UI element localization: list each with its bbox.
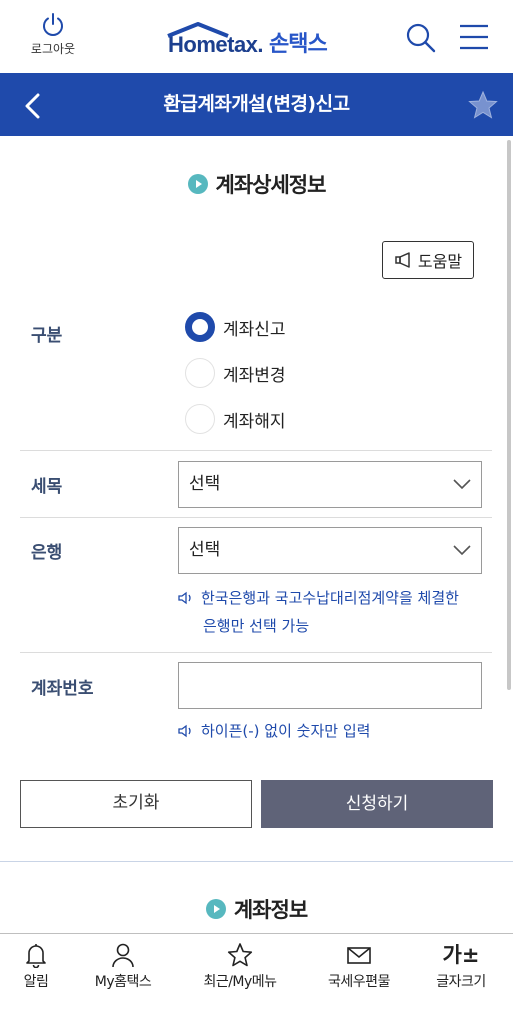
radio-label: 계좌신고 — [223, 319, 286, 340]
play-circle-icon — [187, 174, 208, 194]
help-label: 도움말 — [417, 252, 463, 271]
menu-button[interactable] — [459, 24, 489, 54]
tax-item-label: 세목 — [31, 477, 63, 497]
help-button[interactable]: 도움말 — [382, 241, 474, 279]
star-icon — [468, 90, 498, 119]
section-divider — [0, 861, 513, 862]
logo-word: Hometax. — [167, 22, 264, 58]
bank-value: 선택 — [189, 540, 221, 560]
bank-hint: 한국은행과 국고수납대리점계약을 체결한 은행만 선택 가능 — [178, 584, 493, 640]
nav-label: My홈택스 — [94, 974, 152, 990]
nav-my-hometax[interactable]: My홈택스 — [84, 942, 162, 991]
divider — [20, 517, 492, 518]
account-number-input[interactable] — [178, 662, 482, 709]
account-section-heading: 계좌정보 — [0, 894, 513, 924]
radio-unchecked-icon — [185, 404, 215, 434]
nav-notifications[interactable]: 알림 — [14, 942, 58, 991]
chevron-left-icon — [25, 93, 40, 119]
nav-tax-mail[interactable]: 국세우편물 — [314, 942, 404, 991]
nav-font-size[interactable]: 가± 글자크기 — [428, 942, 494, 991]
apply-button[interactable]: 신청하기 — [261, 780, 493, 828]
nav-label: 알림 — [23, 974, 49, 990]
favorite-button[interactable] — [468, 90, 498, 124]
logout-label: 로그아웃 — [30, 42, 76, 56]
speaker-icon — [178, 591, 191, 605]
account-number-label: 계좌번호 — [31, 679, 94, 699]
bank-select[interactable]: 선택 — [178, 527, 482, 574]
hometax-logo[interactable]: Hometax. 손택스 — [167, 18, 328, 58]
search-button[interactable] — [405, 22, 437, 58]
house-roof-icon — [167, 22, 229, 38]
logo-subtitle: 손택스 — [269, 32, 328, 57]
bank-hint-line1: 한국은행과 국고수납대리점계약을 체결한 — [201, 589, 459, 607]
back-button[interactable] — [24, 93, 42, 123]
nav-label: 국세우편물 — [328, 974, 390, 990]
divider — [20, 652, 492, 653]
radio-account-close[interactable]: 계좌해지 — [185, 404, 286, 434]
person-icon — [112, 943, 134, 968]
font-size-icon: 가± — [442, 943, 480, 967]
star-outline-icon — [227, 943, 253, 967]
account-hint: 하이픈(-) 없이 숫자만 입력 — [178, 717, 493, 745]
radio-checked-icon — [185, 312, 215, 342]
power-icon — [43, 13, 63, 36]
account-hint-text: 하이픈(-) 없이 숫자만 입력 — [201, 722, 371, 740]
search-icon — [406, 23, 436, 53]
category-label: 구분 — [31, 326, 63, 346]
nav-recent-menu[interactable]: 최근/My메뉴 — [188, 942, 292, 991]
radio-account-change[interactable]: 계좌변경 — [185, 358, 286, 388]
bank-label: 은행 — [31, 543, 63, 563]
speaker-icon — [178, 724, 191, 738]
radio-label: 계좌변경 — [223, 365, 286, 386]
play-circle-icon — [205, 899, 226, 919]
page-title: 환급계좌개설(변경)신고 — [163, 93, 350, 115]
nav-label: 글자크기 — [436, 974, 486, 990]
scrollbar[interactable] — [507, 140, 511, 690]
top-header: 로그아웃 Hometax. 손택스 — [0, 0, 513, 73]
radio-label: 계좌해지 — [223, 411, 286, 432]
envelope-icon — [347, 947, 371, 964]
chevron-down-icon — [453, 479, 471, 490]
radio-unchecked-icon — [185, 358, 215, 388]
page: 로그아웃 Hometax. 손택스 환급계좌개설(변경)신고 계좌상세정보 도움… — [0, 0, 513, 1024]
divider — [20, 450, 492, 451]
logout-button[interactable]: 로그아웃 — [22, 12, 84, 57]
title-bar: 환급계좌개설(변경)신고 — [0, 73, 513, 136]
hamburger-menu-icon — [460, 24, 488, 50]
chevron-down-icon — [453, 545, 471, 556]
bell-icon — [26, 944, 46, 968]
radio-account-report[interactable]: 계좌신고 — [185, 312, 286, 342]
nav-label: 최근/My메뉴 — [203, 974, 277, 990]
tax-item-select[interactable]: 선택 — [178, 461, 482, 508]
detail-section-heading: 계좌상세정보 — [0, 169, 513, 199]
megaphone-icon — [395, 252, 410, 268]
tax-item-value: 선택 — [189, 474, 221, 494]
bank-hint-line2: 은행만 선택 가능 — [203, 617, 310, 635]
bottom-navigation: 알림 My홈택스 최근/My메뉴 국세우편물 가± 글자크기 — [0, 933, 513, 1024]
reset-button[interactable]: 초기화 — [20, 780, 252, 828]
